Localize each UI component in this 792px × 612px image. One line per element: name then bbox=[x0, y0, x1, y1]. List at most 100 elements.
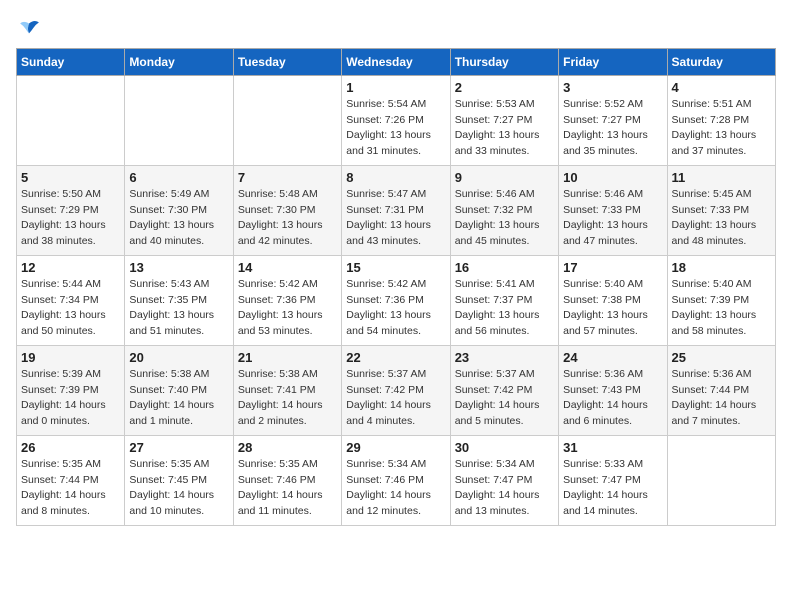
calendar-day-cell: 9 Sunrise: 5:46 AMSunset: 7:32 PMDaylight… bbox=[450, 165, 558, 255]
day-number: 2 bbox=[455, 80, 554, 95]
day-number: 3 bbox=[563, 80, 662, 95]
day-detail: Sunrise: 5:54 AMSunset: 7:26 PMDaylight:… bbox=[346, 97, 445, 160]
day-number: 23 bbox=[455, 350, 554, 365]
day-number: 30 bbox=[455, 440, 554, 455]
day-number: 9 bbox=[455, 170, 554, 185]
calendar-day-cell: 4 Sunrise: 5:51 AMSunset: 7:28 PMDaylight… bbox=[667, 75, 775, 165]
calendar-day-cell: 28 Sunrise: 5:35 AMSunset: 7:46 PMDayligh… bbox=[233, 435, 341, 525]
calendar-day-cell: 2Sunrise: 5:53 AMSunset: 7:27 PMDaylight… bbox=[450, 75, 558, 165]
day-of-week-header: Wednesday bbox=[342, 48, 450, 75]
day-detail: Sunrise: 5:34 AMSunset: 7:47 PMDaylight:… bbox=[455, 457, 554, 520]
day-detail: Sunrise: 5:42 AMSunset: 7:36 PMDaylight:… bbox=[346, 277, 445, 340]
calendar-week-row: 5 Sunrise: 5:50 AMSunset: 7:29 PMDaylight… bbox=[17, 165, 776, 255]
day-number: 7 bbox=[238, 170, 337, 185]
calendar-day-cell: 14 Sunrise: 5:42 AMSunset: 7:36 PMDayligh… bbox=[233, 255, 341, 345]
calendar-day-cell: 7 Sunrise: 5:48 AMSunset: 7:30 PMDaylight… bbox=[233, 165, 341, 255]
day-detail: Sunrise: 5:38 AMSunset: 7:40 PMDaylight:… bbox=[129, 367, 228, 430]
calendar-day-cell: 12 Sunrise: 5:44 AMSunset: 7:34 PMDayligh… bbox=[17, 255, 125, 345]
day-number: 20 bbox=[129, 350, 228, 365]
day-detail: Sunrise: 5:37 AMSunset: 7:42 PMDaylight:… bbox=[346, 367, 445, 430]
calendar-header-row: SundayMondayTuesdayWednesdayThursdayFrid… bbox=[17, 48, 776, 75]
day-number: 19 bbox=[21, 350, 120, 365]
day-number: 28 bbox=[238, 440, 337, 455]
calendar-day-cell bbox=[17, 75, 125, 165]
day-number: 14 bbox=[238, 260, 337, 275]
day-of-week-header: Friday bbox=[559, 48, 667, 75]
calendar-day-cell: 6 Sunrise: 5:49 AMSunset: 7:30 PMDaylight… bbox=[125, 165, 233, 255]
calendar-week-row: 26 Sunrise: 5:35 AMSunset: 7:44 PMDayligh… bbox=[17, 435, 776, 525]
calendar-day-cell: 21Sunrise: 5:38 AMSunset: 7:41 PMDayligh… bbox=[233, 345, 341, 435]
day-number: 12 bbox=[21, 260, 120, 275]
calendar-week-row: 1 Sunrise: 5:54 AMSunset: 7:26 PMDaylight… bbox=[17, 75, 776, 165]
calendar-day-cell: 19Sunrise: 5:39 AMSunset: 7:39 PMDayligh… bbox=[17, 345, 125, 435]
calendar-week-row: 12 Sunrise: 5:44 AMSunset: 7:34 PMDayligh… bbox=[17, 255, 776, 345]
day-number: 27 bbox=[129, 440, 228, 455]
calendar-day-cell: 13Sunrise: 5:43 AMSunset: 7:35 PMDayligh… bbox=[125, 255, 233, 345]
day-detail: Sunrise: 5:35 AMSunset: 7:46 PMDaylight:… bbox=[238, 457, 337, 520]
day-of-week-header: Sunday bbox=[17, 48, 125, 75]
day-detail: Sunrise: 5:47 AMSunset: 7:31 PMDaylight:… bbox=[346, 187, 445, 250]
logo-bird-icon bbox=[18, 18, 40, 40]
day-number: 17 bbox=[563, 260, 662, 275]
day-detail: Sunrise: 5:37 AMSunset: 7:42 PMDaylight:… bbox=[455, 367, 554, 430]
day-detail: Sunrise: 5:48 AMSunset: 7:30 PMDaylight:… bbox=[238, 187, 337, 250]
calendar-day-cell: 10Sunrise: 5:46 AMSunset: 7:33 PMDayligh… bbox=[559, 165, 667, 255]
calendar-day-cell: 30 Sunrise: 5:34 AMSunset: 7:47 PMDayligh… bbox=[450, 435, 558, 525]
day-number: 26 bbox=[21, 440, 120, 455]
calendar-day-cell: 17 Sunrise: 5:40 AMSunset: 7:38 PMDayligh… bbox=[559, 255, 667, 345]
day-number: 25 bbox=[672, 350, 771, 365]
day-detail: Sunrise: 5:51 AMSunset: 7:28 PMDaylight:… bbox=[672, 97, 771, 160]
calendar-day-cell: 15 Sunrise: 5:42 AMSunset: 7:36 PMDayligh… bbox=[342, 255, 450, 345]
calendar-day-cell: 8Sunrise: 5:47 AMSunset: 7:31 PMDaylight… bbox=[342, 165, 450, 255]
calendar-day-cell bbox=[667, 435, 775, 525]
calendar-week-row: 19Sunrise: 5:39 AMSunset: 7:39 PMDayligh… bbox=[17, 345, 776, 435]
calendar-day-cell: 5 Sunrise: 5:50 AMSunset: 7:29 PMDaylight… bbox=[17, 165, 125, 255]
day-detail: Sunrise: 5:46 AMSunset: 7:32 PMDaylight:… bbox=[455, 187, 554, 250]
day-detail: Sunrise: 5:35 AMSunset: 7:44 PMDaylight:… bbox=[21, 457, 120, 520]
day-detail: Sunrise: 5:45 AMSunset: 7:33 PMDaylight:… bbox=[672, 187, 771, 250]
calendar-day-cell: 26 Sunrise: 5:35 AMSunset: 7:44 PMDayligh… bbox=[17, 435, 125, 525]
calendar-day-cell: 27Sunrise: 5:35 AMSunset: 7:45 PMDayligh… bbox=[125, 435, 233, 525]
day-number: 18 bbox=[672, 260, 771, 275]
calendar-day-cell: 18 Sunrise: 5:40 AMSunset: 7:39 PMDayligh… bbox=[667, 255, 775, 345]
page-header bbox=[16, 16, 776, 40]
calendar-day-cell: 20 Sunrise: 5:38 AMSunset: 7:40 PMDayligh… bbox=[125, 345, 233, 435]
logo bbox=[16, 16, 42, 40]
calendar-day-cell: 22Sunrise: 5:37 AMSunset: 7:42 PMDayligh… bbox=[342, 345, 450, 435]
calendar-day-cell: 31 Sunrise: 5:33 AMSunset: 7:47 PMDayligh… bbox=[559, 435, 667, 525]
day-of-week-header: Saturday bbox=[667, 48, 775, 75]
day-detail: Sunrise: 5:50 AMSunset: 7:29 PMDaylight:… bbox=[21, 187, 120, 250]
day-detail: Sunrise: 5:42 AMSunset: 7:36 PMDaylight:… bbox=[238, 277, 337, 340]
day-detail: Sunrise: 5:36 AMSunset: 7:43 PMDaylight:… bbox=[563, 367, 662, 430]
day-number: 6 bbox=[129, 170, 228, 185]
day-detail: Sunrise: 5:40 AMSunset: 7:39 PMDaylight:… bbox=[672, 277, 771, 340]
calendar-day-cell bbox=[233, 75, 341, 165]
day-number: 31 bbox=[563, 440, 662, 455]
day-number: 5 bbox=[21, 170, 120, 185]
day-number: 4 bbox=[672, 80, 771, 95]
day-detail: Sunrise: 5:49 AMSunset: 7:30 PMDaylight:… bbox=[129, 187, 228, 250]
day-detail: Sunrise: 5:44 AMSunset: 7:34 PMDaylight:… bbox=[21, 277, 120, 340]
calendar-day-cell: 24Sunrise: 5:36 AMSunset: 7:43 PMDayligh… bbox=[559, 345, 667, 435]
logo-text bbox=[16, 16, 42, 40]
day-detail: Sunrise: 5:33 AMSunset: 7:47 PMDaylight:… bbox=[563, 457, 662, 520]
calendar-day-cell: 1 Sunrise: 5:54 AMSunset: 7:26 PMDaylight… bbox=[342, 75, 450, 165]
day-detail: Sunrise: 5:36 AMSunset: 7:44 PMDaylight:… bbox=[672, 367, 771, 430]
day-number: 21 bbox=[238, 350, 337, 365]
day-number: 13 bbox=[129, 260, 228, 275]
day-detail: Sunrise: 5:46 AMSunset: 7:33 PMDaylight:… bbox=[563, 187, 662, 250]
day-number: 15 bbox=[346, 260, 445, 275]
day-number: 29 bbox=[346, 440, 445, 455]
calendar-day-cell: 11 Sunrise: 5:45 AMSunset: 7:33 PMDayligh… bbox=[667, 165, 775, 255]
calendar-day-cell: 25 Sunrise: 5:36 AMSunset: 7:44 PMDayligh… bbox=[667, 345, 775, 435]
day-detail: Sunrise: 5:52 AMSunset: 7:27 PMDaylight:… bbox=[563, 97, 662, 160]
day-detail: Sunrise: 5:40 AMSunset: 7:38 PMDaylight:… bbox=[563, 277, 662, 340]
calendar-day-cell: 3 Sunrise: 5:52 AMSunset: 7:27 PMDaylight… bbox=[559, 75, 667, 165]
calendar-day-cell: 29Sunrise: 5:34 AMSunset: 7:46 PMDayligh… bbox=[342, 435, 450, 525]
day-number: 1 bbox=[346, 80, 445, 95]
day-number: 16 bbox=[455, 260, 554, 275]
day-number: 11 bbox=[672, 170, 771, 185]
day-detail: Sunrise: 5:41 AMSunset: 7:37 PMDaylight:… bbox=[455, 277, 554, 340]
day-of-week-header: Tuesday bbox=[233, 48, 341, 75]
calendar-table: SundayMondayTuesdayWednesdayThursdayFrid… bbox=[16, 48, 776, 526]
